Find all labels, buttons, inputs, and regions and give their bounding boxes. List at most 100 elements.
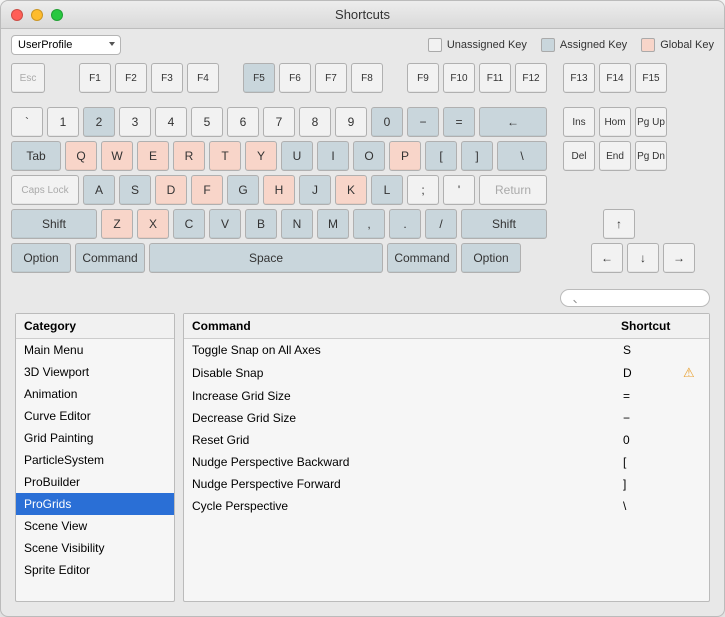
key-return[interactable]: Return	[479, 175, 547, 205]
key-slash[interactable]: /	[425, 209, 457, 239]
key-shift-left[interactable]: Shift	[11, 209, 97, 239]
key-h[interactable]: H	[263, 175, 295, 205]
key-f15[interactable]: F15	[635, 63, 667, 93]
key-f9[interactable]: F9	[407, 63, 439, 93]
key-backtick[interactable]: `	[11, 107, 43, 137]
command-row[interactable]: Cycle Perspective\	[184, 495, 709, 517]
category-item[interactable]: Animation	[16, 383, 174, 405]
category-item[interactable]: ProGrids	[16, 493, 174, 515]
key-8[interactable]: 8	[299, 107, 331, 137]
key-f1[interactable]: F1	[79, 63, 111, 93]
category-list[interactable]: Main Menu3D ViewportAnimationCurve Edito…	[16, 339, 174, 601]
key-semicolon[interactable]: ;	[407, 175, 439, 205]
close-icon[interactable]	[11, 9, 23, 21]
key-f[interactable]: F	[191, 175, 223, 205]
key-lbr[interactable]: [	[425, 141, 457, 171]
key-s[interactable]: S	[119, 175, 151, 205]
category-item[interactable]: Scene View	[16, 515, 174, 537]
key-i[interactable]: I	[317, 141, 349, 171]
key-0[interactable]: 0	[371, 107, 403, 137]
key-right[interactable]: →	[663, 243, 695, 273]
key-u[interactable]: U	[281, 141, 313, 171]
key-backslash[interactable]: \	[497, 141, 547, 171]
key-e[interactable]: E	[137, 141, 169, 171]
key-f2[interactable]: F2	[115, 63, 147, 93]
key-dot[interactable]: .	[389, 209, 421, 239]
key-option-left[interactable]: Option	[11, 243, 71, 273]
key-up[interactable]: ↑	[603, 209, 635, 239]
key-comma[interactable]: ,	[353, 209, 385, 239]
key-shift-right[interactable]: Shift	[461, 209, 547, 239]
key-pgdn[interactable]: Pg Dn	[635, 141, 667, 171]
key-f8[interactable]: F8	[351, 63, 383, 93]
command-row[interactable]: Reset Grid0	[184, 429, 709, 451]
category-item[interactable]: Main Menu	[16, 339, 174, 361]
command-row[interactable]: Increase Grid Size=	[184, 385, 709, 407]
category-item[interactable]: Grid Painting	[16, 427, 174, 449]
key-6[interactable]: 6	[227, 107, 259, 137]
key-d[interactable]: D	[155, 175, 187, 205]
key-minus[interactable]: −	[407, 107, 439, 137]
key-apostrophe[interactable]: '	[443, 175, 475, 205]
key-f6[interactable]: F6	[279, 63, 311, 93]
key-equal[interactable]: =	[443, 107, 475, 137]
key-g[interactable]: G	[227, 175, 259, 205]
category-item[interactable]: 3D Viewport	[16, 361, 174, 383]
key-t[interactable]: T	[209, 141, 241, 171]
key-v[interactable]: V	[209, 209, 241, 239]
key-5[interactable]: 5	[191, 107, 223, 137]
key-c[interactable]: C	[173, 209, 205, 239]
key-a[interactable]: A	[83, 175, 115, 205]
key-k[interactable]: K	[335, 175, 367, 205]
key-1[interactable]: 1	[47, 107, 79, 137]
key-p[interactable]: P	[389, 141, 421, 171]
command-row[interactable]: Nudge Perspective Backward[	[184, 451, 709, 473]
key-down[interactable]: ↓	[627, 243, 659, 273]
command-row[interactable]: Toggle Snap on All AxesS	[184, 339, 709, 361]
key-b[interactable]: B	[245, 209, 277, 239]
key-o[interactable]: O	[353, 141, 385, 171]
key-del[interactable]: Del	[563, 141, 595, 171]
key-home[interactable]: Hom	[599, 107, 631, 137]
key-4[interactable]: 4	[155, 107, 187, 137]
key-f7[interactable]: F7	[315, 63, 347, 93]
category-item[interactable]: Sprite Editor	[16, 559, 174, 581]
profile-select[interactable]: UserProfile	[11, 35, 121, 55]
key-n[interactable]: N	[281, 209, 313, 239]
key-f14[interactable]: F14	[599, 63, 631, 93]
key-f5[interactable]: F5	[243, 63, 275, 93]
key-ins[interactable]: Ins	[563, 107, 595, 137]
key-x[interactable]: X	[137, 209, 169, 239]
key-space[interactable]: Space	[149, 243, 383, 273]
key-esc[interactable]: Esc	[11, 63, 45, 93]
key-tab[interactable]: Tab	[11, 141, 61, 171]
key-f10[interactable]: F10	[443, 63, 475, 93]
key-y[interactable]: Y	[245, 141, 277, 171]
key-z[interactable]: Z	[101, 209, 133, 239]
key-rbr[interactable]: ]	[461, 141, 493, 171]
key-9[interactable]: 9	[335, 107, 367, 137]
minimize-icon[interactable]	[31, 9, 43, 21]
category-item[interactable]: ProBuilder	[16, 471, 174, 493]
key-m[interactable]: M	[317, 209, 349, 239]
key-option-right[interactable]: Option	[461, 243, 521, 273]
key-q[interactable]: Q	[65, 141, 97, 171]
key-f3[interactable]: F3	[151, 63, 183, 93]
key-f13[interactable]: F13	[563, 63, 595, 93]
key-f11[interactable]: F11	[479, 63, 511, 93]
key-r[interactable]: R	[173, 141, 205, 171]
key-left[interactable]: ←	[591, 243, 623, 273]
search-input[interactable]	[560, 289, 710, 307]
key-j[interactable]: J	[299, 175, 331, 205]
key-f4[interactable]: F4	[187, 63, 219, 93]
command-row[interactable]: Disable SnapD⚠	[184, 361, 709, 385]
command-row[interactable]: Decrease Grid Size−	[184, 407, 709, 429]
key-2[interactable]: 2	[83, 107, 115, 137]
category-item[interactable]: Scene Visibility	[16, 537, 174, 559]
command-list[interactable]: Toggle Snap on All AxesSDisable SnapD⚠In…	[184, 339, 709, 601]
key-command-left[interactable]: Command	[75, 243, 145, 273]
key-pgup[interactable]: Pg Up	[635, 107, 667, 137]
key-7[interactable]: 7	[263, 107, 295, 137]
key-backspace[interactable]: ←	[479, 107, 547, 137]
key-l[interactable]: L	[371, 175, 403, 205]
